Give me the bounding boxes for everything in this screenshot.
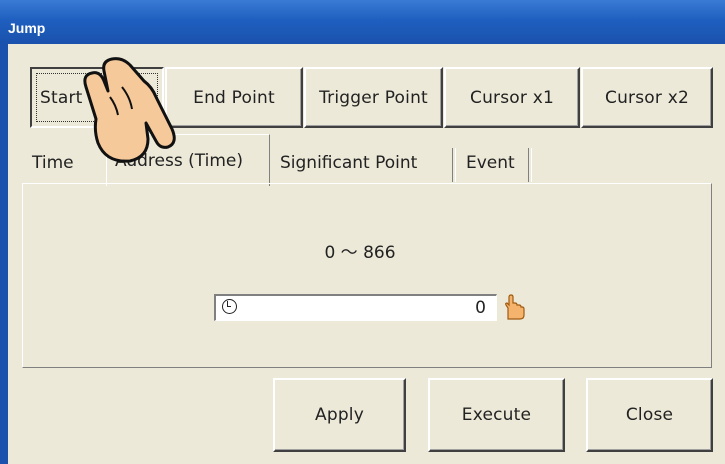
cursor-x2-button-label: Cursor x2 xyxy=(605,87,689,108)
window-title: Jump xyxy=(8,20,46,36)
end-point-button-label: End Point xyxy=(193,87,275,108)
title-bar: Jump xyxy=(0,0,725,44)
trigger-point-button-label: Trigger Point xyxy=(319,87,428,108)
tab-event-label: Event xyxy=(466,153,515,173)
tab-significant-point[interactable]: Significant Point xyxy=(270,140,456,186)
clock-icon xyxy=(222,299,237,314)
execute-button[interactable]: Execute xyxy=(428,378,565,452)
trigger-point-button[interactable]: Trigger Point xyxy=(304,67,443,128)
close-button-label: Close xyxy=(625,405,674,425)
cursor-x2-button[interactable]: Cursor x2 xyxy=(581,67,713,128)
address-value: 0 xyxy=(475,298,486,318)
address-input[interactable]: 0 xyxy=(214,294,497,321)
cursor-x1-button[interactable]: Cursor x1 xyxy=(444,67,580,128)
close-button[interactable]: Close xyxy=(586,378,713,452)
range-label: 0 ～ 866 xyxy=(324,243,396,263)
apply-button[interactable]: Apply xyxy=(273,378,406,452)
tab-separator xyxy=(528,148,532,182)
tab-time-label: Time xyxy=(32,153,74,173)
window-frame xyxy=(0,44,8,464)
tab-significant-point-label: Significant Point xyxy=(280,153,418,173)
cursor-x1-button-label: Cursor x1 xyxy=(470,87,554,108)
execute-button-label: Execute xyxy=(461,405,532,425)
apply-button-label: Apply xyxy=(315,405,364,425)
pointing-hand-icon xyxy=(82,57,192,163)
hand-pointer-icon[interactable] xyxy=(500,293,528,321)
tab-panel xyxy=(22,183,712,368)
tab-event[interactable]: Event xyxy=(456,140,532,186)
